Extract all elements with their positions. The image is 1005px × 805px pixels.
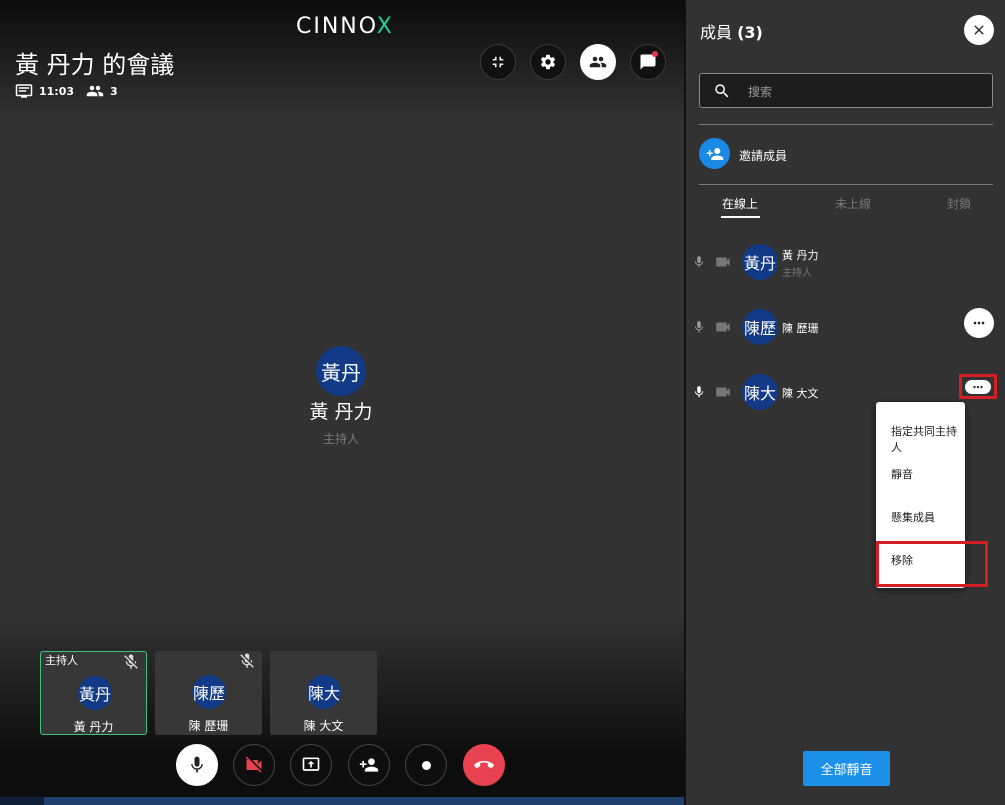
tile-name: 陳 歷珊: [188, 719, 229, 733]
record-button[interactable]: [405, 744, 447, 786]
menu-item-assign-cohost[interactable]: 指定共同主持人: [891, 423, 965, 455]
video-stage: CINNOX 黃 丹力 的會議 11:03 3 黃丹 黃 丹力 主持人 主持人 …: [0, 0, 684, 805]
member-avatar: 陳歷: [742, 309, 778, 345]
participant-tile[interactable]: 陳歷 陳 歷珊: [155, 651, 262, 735]
hang-up-button[interactable]: [463, 744, 505, 786]
close-button[interactable]: [964, 15, 994, 45]
meeting-title: 黃 丹力 的會議: [15, 51, 175, 79]
people-icon: [86, 85, 104, 97]
stage-role: 主持人: [322, 432, 359, 446]
member-more-button[interactable]: [964, 308, 994, 338]
participant-tile[interactable]: 主持人 黃丹 黃 丹力: [40, 651, 147, 735]
cinnox-logo: CINNOX: [296, 14, 394, 39]
tab-blocked[interactable]: 封鎖: [947, 195, 971, 212]
more-horizontal-icon: [973, 321, 985, 325]
tile-name: 黃 丹力: [73, 720, 114, 734]
highlight-box: [876, 541, 988, 587]
tile-avatar: 黃丹: [78, 676, 112, 710]
tab-online[interactable]: 在線上: [722, 195, 758, 212]
member-row: 黃丹 黃 丹力 主持人: [686, 242, 1005, 282]
taskbar-strip: [0, 797, 684, 805]
meeting-time: 11:03: [39, 84, 75, 98]
people-icon: [589, 56, 607, 68]
member-avatar: 黃丹: [742, 244, 778, 280]
participant-count: 3: [110, 84, 118, 98]
panel-title: 成員 (3): [700, 23, 763, 42]
member-role: 主持人: [782, 268, 812, 279]
notification-dot: [652, 51, 658, 57]
member-name: 黃 丹力: [782, 249, 819, 262]
collapse-icon: [492, 56, 504, 68]
mic-icon: [694, 321, 704, 333]
mic-icon: [191, 756, 203, 773]
screen-share-icon: [302, 757, 320, 771]
divider: [699, 184, 993, 185]
mic-off-icon: [240, 653, 254, 668]
search-box: [699, 73, 993, 108]
camera-icon: [716, 322, 730, 332]
members-panel: 成員 (3) 邀請成員 在線上 未上線 封鎖 黃丹 黃 丹力 主持人 陳歷 陳 …: [686, 0, 1005, 805]
microphone-button[interactable]: [176, 744, 218, 786]
person-add-icon: [359, 758, 379, 772]
stage-avatar: 黃丹: [316, 346, 366, 396]
divider: [699, 124, 993, 125]
meeting-meta: 11:03 3: [15, 82, 118, 100]
menu-item-pin-member[interactable]: 懸集成員: [891, 509, 935, 525]
settings-button[interactable]: [530, 44, 566, 80]
chat-button[interactable]: [630, 44, 666, 80]
collapse-button[interactable]: [480, 44, 516, 80]
tile-avatar: 陳歷: [192, 675, 226, 709]
members-button[interactable]: [580, 44, 616, 80]
share-screen-button[interactable]: [290, 744, 332, 786]
close-icon: [974, 25, 984, 35]
member-avatar: 陳大: [742, 374, 778, 410]
person-add-icon: [706, 147, 723, 160]
tile-name: 陳 大文: [303, 719, 344, 733]
tab-offline[interactable]: 未上線: [835, 195, 871, 212]
search-icon: [715, 84, 729, 98]
host-tag: 主持人: [45, 654, 78, 667]
member-name: 陳 歷珊: [782, 322, 819, 335]
camera-icon: [716, 257, 730, 267]
tab-indicator: [721, 216, 760, 218]
gear-icon: [540, 54, 556, 70]
invite-member-label[interactable]: 邀請成員: [739, 147, 787, 164]
search-input[interactable]: [746, 81, 980, 103]
participant-tile[interactable]: 陳大 陳 大文: [270, 651, 377, 735]
mic-off-icon: [124, 654, 138, 669]
member-name: 陳 大文: [782, 387, 819, 400]
menu-item-mute[interactable]: 靜音: [891, 466, 913, 482]
highlight-box: [959, 374, 997, 399]
member-row: 陳歷 陳 歷珊: [686, 307, 1005, 347]
record-icon: [421, 760, 431, 770]
phone-hangup-icon: [474, 760, 494, 769]
camera-button[interactable]: [233, 744, 275, 786]
mute-all-button[interactable]: 全部靜音: [803, 751, 890, 786]
add-person-button[interactable]: [348, 744, 390, 786]
tile-avatar: 陳大: [307, 675, 341, 709]
stage-name: 黃 丹力: [309, 401, 373, 423]
invite-member-button[interactable]: [699, 138, 730, 169]
camera-off-icon: [245, 756, 262, 773]
mic-icon: [694, 386, 704, 398]
mic-icon: [694, 256, 704, 268]
camera-icon: [716, 387, 730, 397]
presentation-icon: [15, 84, 33, 98]
